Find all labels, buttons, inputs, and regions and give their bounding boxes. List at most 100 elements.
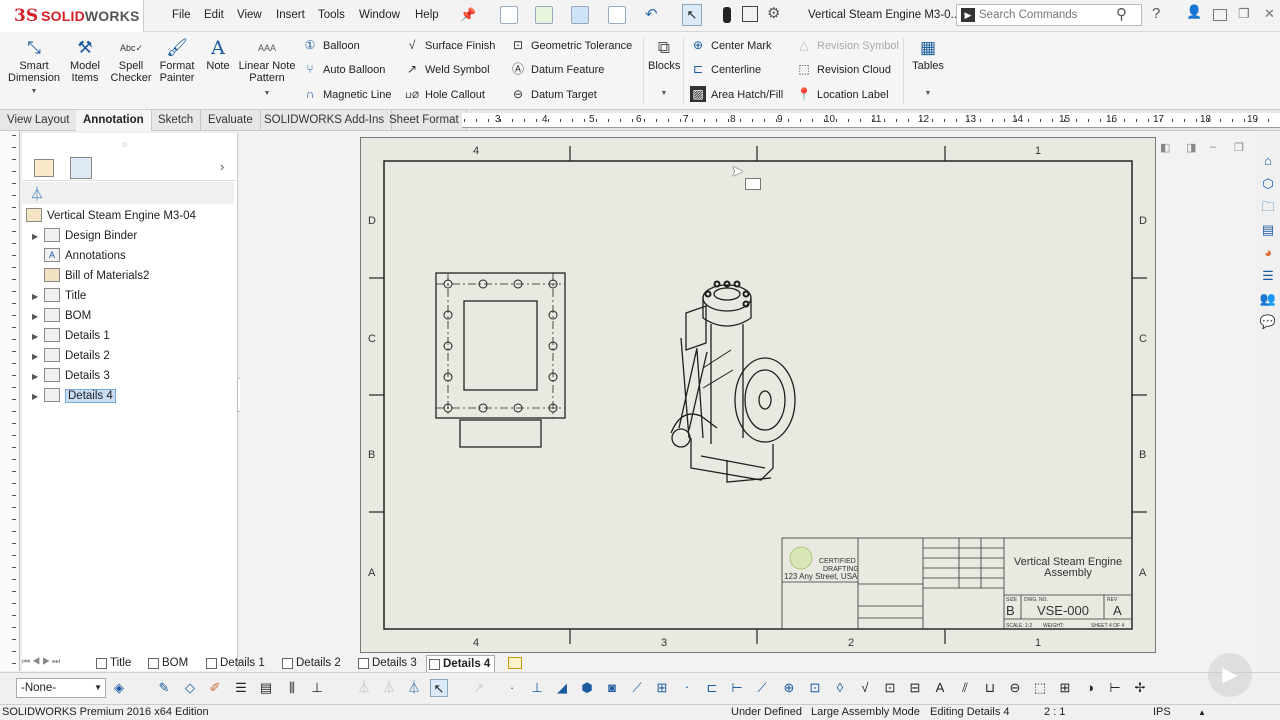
property-manager-tab-icon[interactable] [70, 157, 92, 179]
traffic-light-icon[interactable] [723, 7, 731, 23]
tables-button[interactable]: ▦ Tables ▼ [908, 38, 948, 100]
note-button[interactable]: A Note [202, 38, 234, 72]
center-mark-icon[interactable]: ⊕ [780, 679, 798, 697]
datum-feature-button[interactable]: Ⓐ Datum Feature [510, 59, 604, 81]
custom-properties-icon[interactable]: 👥 [1258, 290, 1278, 308]
tree-item-details-1[interactable]: ▶ Details 1 [26, 326, 236, 346]
auto-balloon-button[interactable]: ⑂ Auto Balloon [302, 59, 385, 81]
dropdown-arrow-icon[interactable]: ▼ [648, 88, 680, 100]
appearances-icon[interactable]: ◕ [1258, 244, 1278, 262]
line-color-icon[interactable]: ✐ [206, 679, 224, 697]
new-document-icon[interactable] [500, 6, 518, 24]
select-icon[interactable]: ↖ [430, 679, 448, 697]
maximize-icon[interactable]: ❐ [1234, 141, 1244, 154]
search-input[interactable] [979, 7, 1109, 23]
close-icon[interactable]: ✕ [1264, 6, 1275, 22]
tree-item-details-2[interactable]: ▶ Details 2 [26, 346, 236, 366]
menu-edit[interactable]: Edit [204, 0, 224, 30]
sheet-scroll-arrows-icon[interactable]: ⏮◀▶⏭ [22, 656, 62, 667]
menu-help[interactable]: Help [415, 0, 439, 30]
menu-insert[interactable]: Insert [276, 0, 305, 30]
user-icon[interactable]: 👤 [1186, 4, 1202, 20]
line-thickness-icon[interactable]: ☰ [232, 679, 250, 697]
menu-window[interactable]: Window [359, 0, 400, 30]
select-icon[interactable]: ↖ [682, 4, 702, 26]
unit-system-status[interactable]: IPS [1153, 705, 1171, 720]
line-format-icon[interactable]: ✎ [155, 679, 173, 697]
expand-arrow-icon[interactable]: ▶ [32, 287, 44, 307]
expand-arrow-icon[interactable]: ▶ [32, 307, 44, 327]
format-painter-button[interactable]: 🖌 Format Painter [156, 38, 198, 84]
tab-sheet-format[interactable]: Sheet Format [382, 110, 467, 131]
tree-item-bom[interactable]: ▶ BOM [26, 306, 236, 326]
hole-callout-icon[interactable]: ⊔ [981, 679, 999, 697]
menu-file[interactable]: File [172, 0, 191, 30]
revision-symbol-button[interactable]: △ Revision Symbol [796, 35, 899, 57]
datum-target-icon[interactable]: ⊖ [1006, 679, 1024, 697]
design-library-icon[interactable]: ▤ [1258, 221, 1278, 239]
feature-manager-tab-icon[interactable] [34, 159, 54, 177]
expand-arrow-icon[interactable]: ▶ [32, 367, 44, 387]
center-mark-button[interactable]: ⊕ Center Mark [690, 35, 772, 57]
pin-icon[interactable]: 📌 [460, 7, 476, 23]
drawing-sheet[interactable]: 4 1 4 3 2 1 D C B A D C B A CERTIFIED DR… [360, 137, 1156, 653]
sheet-tab-title[interactable]: Title [94, 655, 131, 672]
restore-icon[interactable]: ❐ [1238, 6, 1250, 22]
area-hatch-button[interactable]: ▨ Area Hatch/Fill [690, 84, 783, 106]
centerline-button[interactable]: ⊏ Centerline [690, 59, 761, 81]
filter-icon[interactable]: ⏃ [30, 184, 44, 204]
rectangle-icon[interactable]: ◢ [553, 679, 571, 697]
tree-item-bill-of-materials[interactable]: Bill of Materials2 [26, 266, 236, 286]
hole-callout-button[interactable]: ⊔Ø Hole Callout [404, 84, 485, 106]
extend-icon[interactable]: ⟋ [753, 679, 771, 697]
sheet-tab-details-4[interactable]: Details 4 [426, 655, 496, 672]
linear-note-pattern-button[interactable]: AAA Linear Note Pattern ▼ [238, 38, 296, 100]
tree-item-annotations[interactable]: A Annotations [26, 246, 236, 266]
tree-item-title[interactable]: ▶ Title [26, 286, 236, 306]
block-icon[interactable]: ⊢ [1106, 679, 1124, 697]
splitter-handle[interactable]: ○ [122, 139, 127, 149]
save-icon[interactable] [571, 6, 589, 24]
balloon-button[interactable]: ① Balloon [302, 35, 360, 57]
location-label-button[interactable]: 📍 Location Label [796, 84, 889, 106]
dropdown-arrow-icon[interactable]: ▼ [908, 88, 948, 100]
datum-target-button[interactable]: ⊖ Datum Target [510, 84, 597, 106]
tree-item-details-3[interactable]: ▶ Details 3 [26, 366, 236, 386]
note-icon[interactable]: A [931, 679, 949, 697]
sheet-tab-details-1[interactable]: Details 1 [204, 655, 265, 672]
smart-dimension-button[interactable]: ⤡ Smart Dimension ▼ [6, 38, 62, 98]
sketch-point-icon[interactable]: · [503, 679, 521, 697]
balloon-icon[interactable]: ◑ [1081, 679, 1099, 697]
options-gear-icon[interactable]: ⚙ [767, 4, 780, 22]
dimension-icon[interactable]: ⊞ [653, 679, 671, 697]
cube-icon[interactable]: ◙ [603, 679, 621, 697]
surface-finish-button[interactable]: √ Surface Finish [404, 35, 496, 57]
expand-arrow-icon[interactable]: ▶ [32, 327, 44, 347]
area-hatch-icon[interactable]: ◊ [831, 679, 849, 697]
filter-icon[interactable]: ⏃ [355, 679, 373, 697]
tab-evaluate[interactable]: Evaluate [201, 110, 261, 131]
chevron-right-icon[interactable]: › [220, 159, 224, 174]
model-items-button[interactable]: ⚒ Model Items [66, 38, 104, 84]
file-explorer-icon[interactable]: 🗀 [1258, 198, 1278, 216]
blocks-button[interactable]: ⧉ Blocks ▼ [648, 38, 680, 100]
minimize-icon[interactable]: – [1210, 141, 1216, 153]
search-icon[interactable]: ⚲ [1116, 5, 1127, 23]
filter-faces-icon[interactable]: ⏃ [380, 679, 398, 697]
centerline-icon[interactable]: ⊡ [806, 679, 824, 697]
undo-icon[interactable]: ↶ [645, 5, 658, 23]
add-sheet-icon[interactable] [508, 657, 522, 669]
dropdown-arrow-icon[interactable]: ▼ [238, 88, 296, 100]
spell-checker-button[interactable]: Abc✓ Spell Checker [110, 38, 152, 84]
expand-arrow-icon[interactable]: ▶ [32, 227, 44, 247]
forum-icon[interactable]: 💬 [1258, 313, 1278, 331]
expand-arrow-icon[interactable]: ▶ [32, 347, 44, 367]
file-properties-icon[interactable] [742, 6, 758, 22]
tree-item-details-4[interactable]: ▶ Details 4 [26, 386, 236, 406]
layer-icon[interactable]: ◇ [181, 679, 199, 697]
snap-icon[interactable]: ⋅ [678, 679, 696, 697]
polygon-icon[interactable]: ⬢ [578, 679, 596, 697]
tab-sketch[interactable]: Sketch [151, 110, 202, 131]
weld-symbol-button[interactable]: ↗ Weld Symbol [404, 59, 490, 81]
sheet-tab-bom[interactable]: BOM [146, 655, 188, 672]
